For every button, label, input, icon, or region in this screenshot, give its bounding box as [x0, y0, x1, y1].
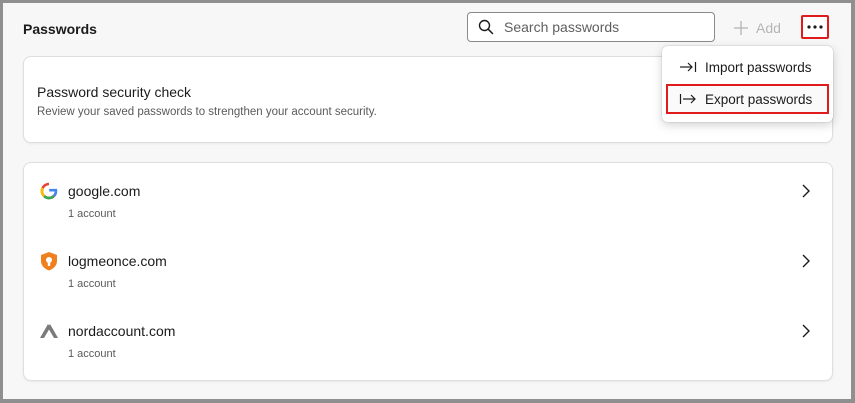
- chevron-right-icon: [802, 184, 810, 198]
- more-icon: [807, 25, 823, 29]
- list-item-nordaccount[interactable]: nordaccount.com 1 account: [24, 303, 832, 373]
- google-icon: [40, 182, 58, 200]
- search-input[interactable]: [502, 18, 706, 36]
- more-options-menu: Import passwords Export passwords: [662, 46, 833, 122]
- export-icon: [679, 94, 696, 104]
- site-domain: logmeonce.com: [68, 253, 167, 269]
- search-box[interactable]: [467, 12, 715, 42]
- site-account-count: 1 account: [68, 278, 116, 290]
- logmeonce-shield-icon: [41, 252, 57, 271]
- saved-sites-list: google.com 1 account logmeonce.com 1 acc…: [23, 162, 833, 381]
- site-domain: nordaccount.com: [68, 323, 176, 339]
- nordaccount-icon: [40, 324, 58, 338]
- site-account-count: 1 account: [68, 348, 116, 360]
- security-check-subtitle: Review your saved passwords to strengthe…: [37, 106, 377, 118]
- page-title: Passwords: [23, 21, 97, 37]
- list-item-google[interactable]: google.com 1 account: [24, 163, 832, 233]
- add-button[interactable]: Add: [734, 17, 781, 39]
- list-item-logmeonce[interactable]: logmeonce.com 1 account: [24, 233, 832, 303]
- site-domain: google.com: [68, 183, 141, 199]
- security-check-title: Password security check: [37, 84, 192, 100]
- menu-item-import-passwords[interactable]: Import passwords: [666, 52, 829, 82]
- site-account-count: 1 account: [68, 208, 116, 220]
- more-options-button[interactable]: [801, 15, 829, 39]
- chevron-right-icon: [802, 324, 810, 338]
- menu-item-label: Import passwords: [705, 59, 812, 75]
- passwords-window: Passwords Add Password security check Re…: [3, 3, 851, 399]
- add-button-label: Add: [756, 20, 781, 36]
- plus-icon: [734, 21, 748, 35]
- menu-item-export-passwords[interactable]: Export passwords: [666, 84, 829, 114]
- import-icon: [680, 62, 697, 72]
- menu-item-label: Export passwords: [705, 91, 813, 107]
- search-icon: [478, 19, 494, 35]
- chevron-right-icon: [802, 254, 810, 268]
